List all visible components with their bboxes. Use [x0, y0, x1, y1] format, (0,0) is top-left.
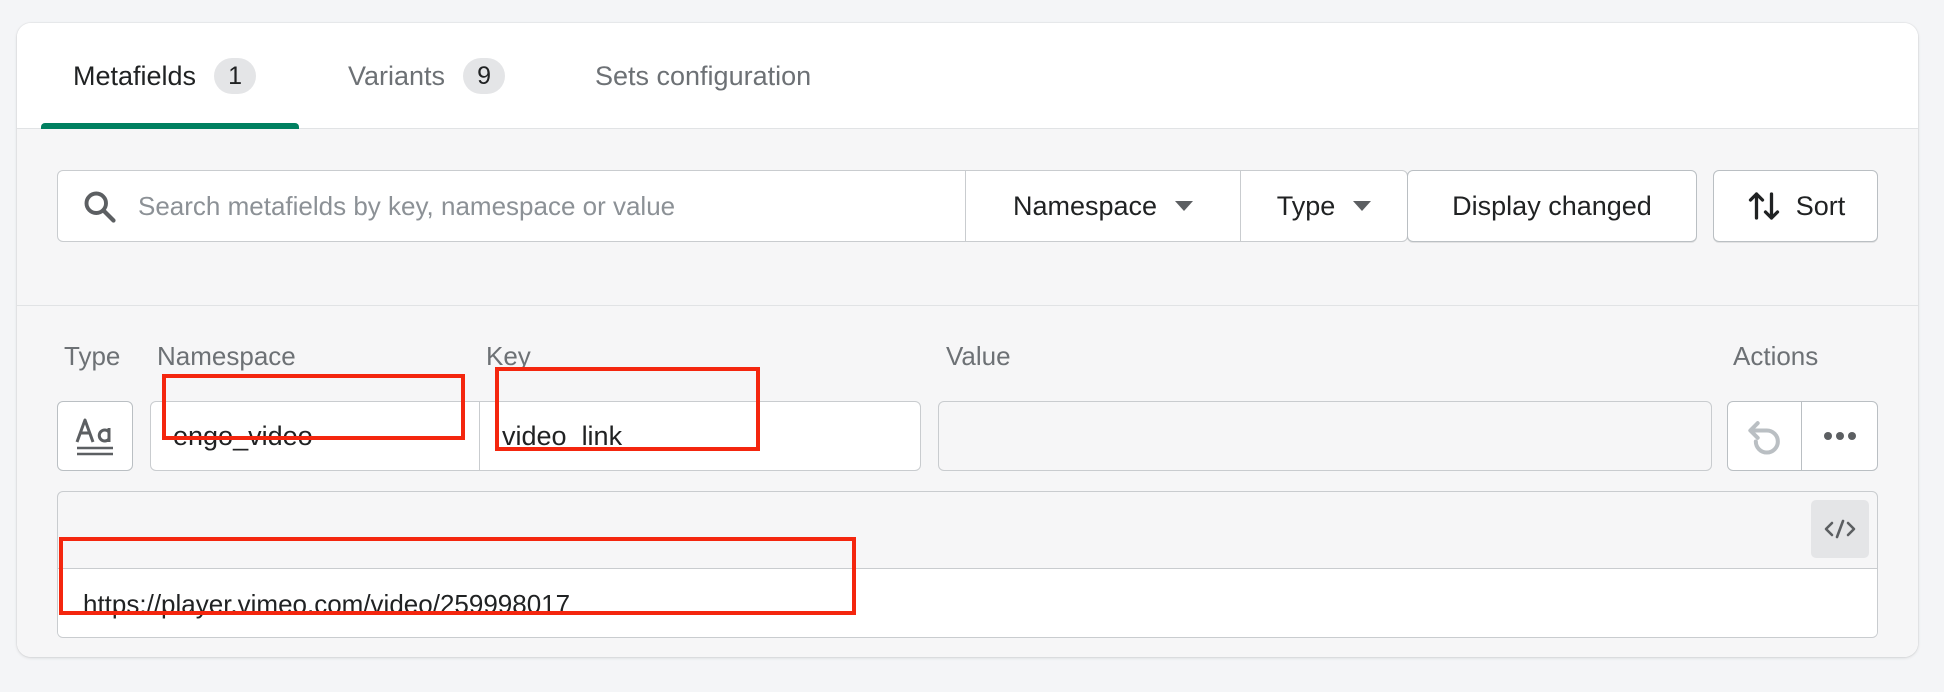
caret-down-icon	[1353, 201, 1372, 211]
column-header-key: Key	[486, 341, 531, 371]
value-editor-toolbar	[58, 492, 1877, 569]
value-input[interactable]	[939, 402, 1711, 470]
column-header-value: Value	[946, 341, 1011, 371]
search-input[interactable]	[138, 171, 938, 241]
tabs-bar: Metafields 1 Variants 9 Sets configurati…	[17, 23, 1918, 129]
filter-bar: Namespace Type Display changed Sort	[17, 129, 1918, 306]
tab-sets-configuration[interactable]: Sets configuration	[595, 23, 811, 129]
more-actions-button[interactable]	[1801, 401, 1878, 471]
type-filter-label: Type	[1276, 190, 1336, 221]
namespace-input[interactable]	[151, 402, 479, 470]
key-input[interactable]	[480, 402, 920, 470]
tab-sets-configuration-label: Sets configuration	[595, 60, 812, 91]
undo-icon	[1747, 421, 1780, 455]
column-header-namespace: Namespace	[157, 341, 296, 371]
sort-button[interactable]: Sort	[1713, 170, 1878, 242]
value-editor-text[interactable]: https://player.vimeo.com/video/259998017	[58, 569, 1877, 637]
value-field[interactable]	[938, 401, 1712, 471]
value-editor[interactable]: https://player.vimeo.com/video/259998017	[57, 491, 1878, 638]
code-view-button[interactable]	[1811, 500, 1869, 558]
metafield-list: Type Namespace Key Value Actions engo_vi…	[17, 306, 1918, 657]
namespace-field[interactable]	[150, 401, 480, 471]
tab-variants[interactable]: Variants 9	[348, 23, 506, 129]
tab-metafields-badge: 1	[214, 58, 257, 94]
text-type-icon	[75, 418, 113, 456]
display-changed-button[interactable]: Display changed	[1407, 170, 1697, 242]
tab-metafields-label: Metafields	[73, 60, 197, 91]
search-icon	[84, 191, 116, 223]
column-header-type: Type	[64, 341, 121, 371]
tab-variants-badge: 9	[463, 58, 506, 94]
metafields-card: Metafields 1 Variants 9 Sets configurati…	[17, 23, 1918, 657]
undo-button[interactable]	[1727, 401, 1802, 471]
tab-metafields[interactable]: Metafields 1	[73, 23, 257, 129]
sort-arrows-icon	[1748, 192, 1779, 220]
sort-label: Sort	[1795, 190, 1846, 221]
type-selector-button[interactable]	[57, 401, 133, 471]
namespace-filter-label: Namespace	[1012, 190, 1158, 221]
key-field[interactable]	[479, 401, 921, 471]
more-horizontal-icon	[1823, 432, 1856, 440]
search-field[interactable]	[57, 170, 966, 242]
caret-down-icon	[1175, 201, 1194, 211]
display-changed-label: Display changed	[1452, 190, 1652, 221]
type-filter-button[interactable]: Type	[1240, 170, 1408, 242]
code-icon	[1824, 519, 1856, 539]
tab-variants-label: Variants	[348, 60, 446, 91]
column-header-actions: Actions	[1733, 341, 1819, 371]
namespace-filter-button[interactable]: Namespace	[965, 170, 1241, 242]
